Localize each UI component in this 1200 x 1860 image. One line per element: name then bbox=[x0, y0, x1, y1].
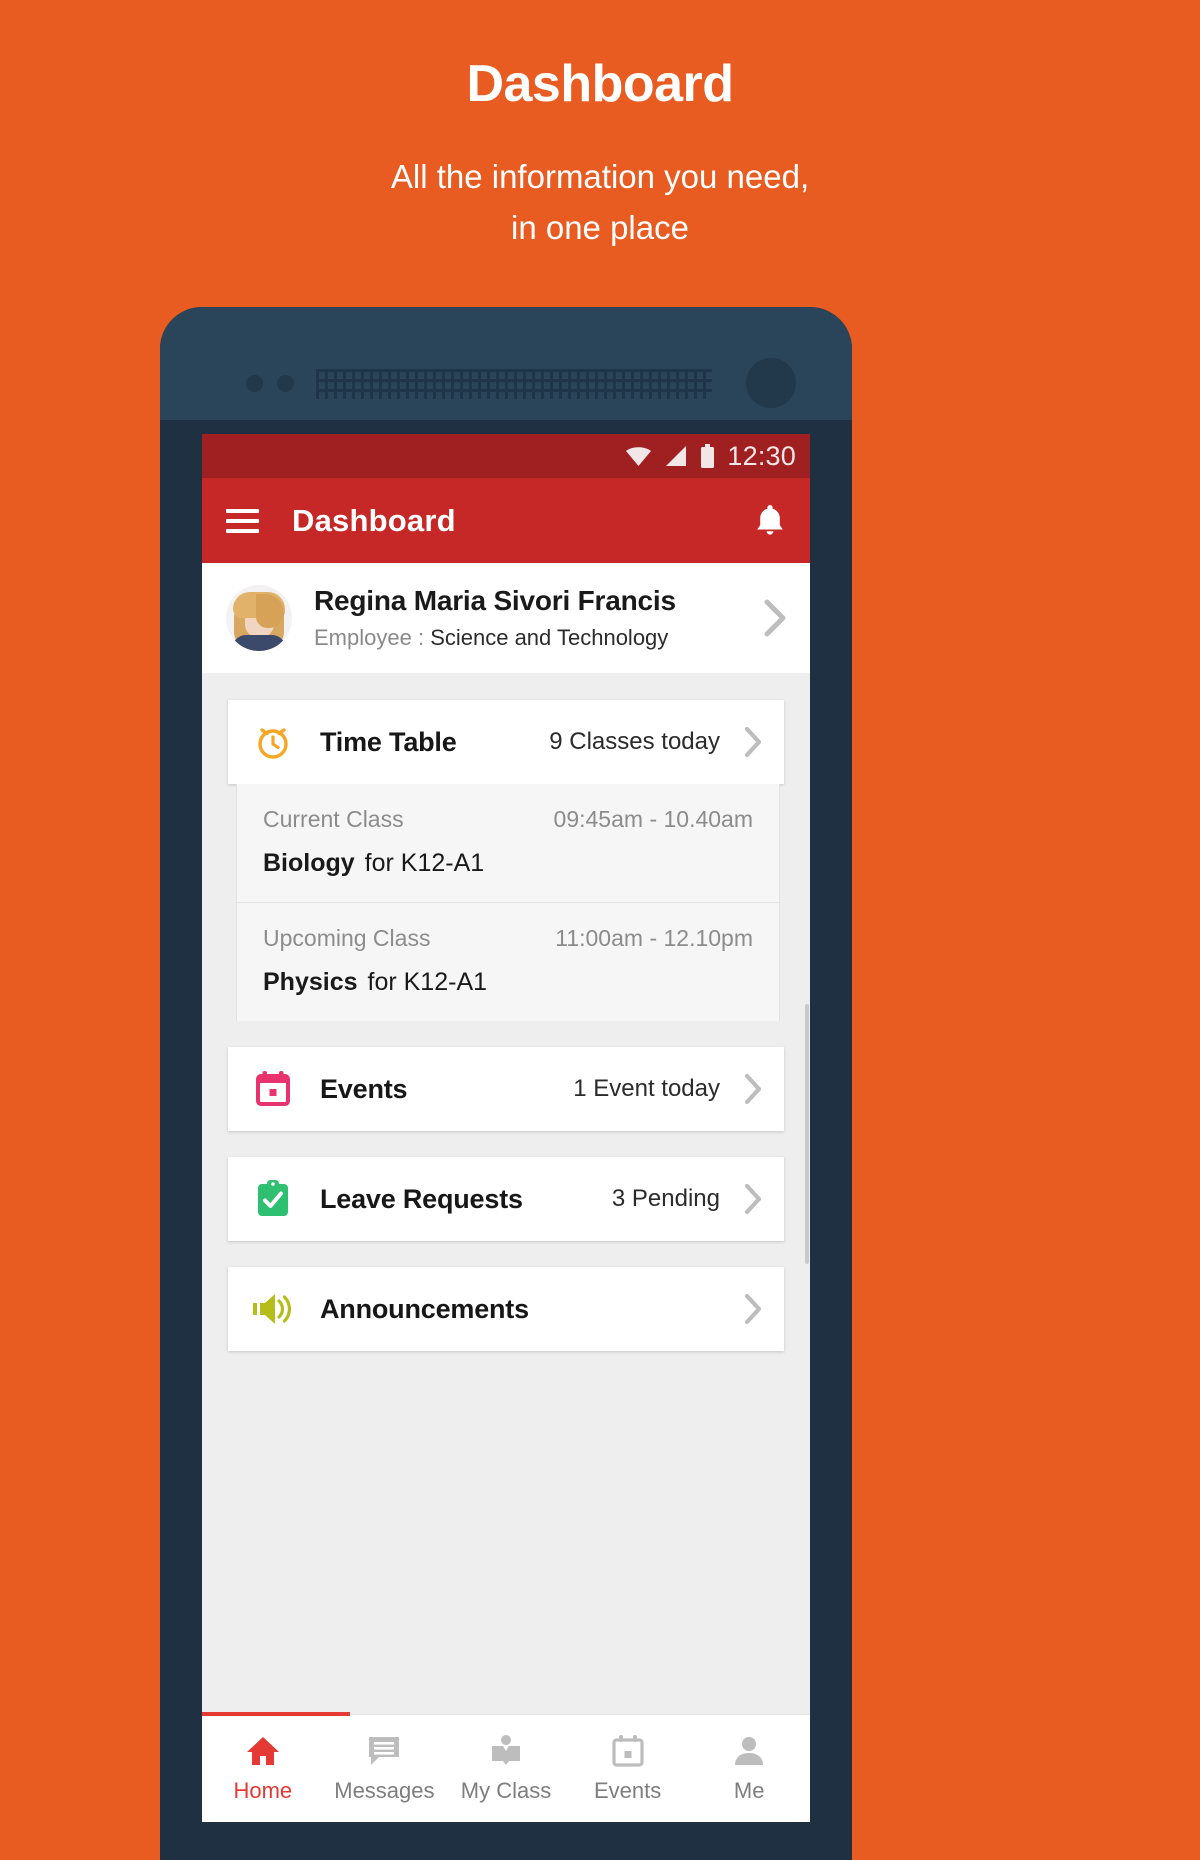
profile-role: Employee : Science and Technology bbox=[314, 625, 762, 651]
card-meta: 9 Classes today bbox=[549, 728, 720, 755]
nav-label: Messages bbox=[334, 1778, 435, 1803]
phone-mockup: 12:30 Dashboard Regina Maria Sivori Fran… bbox=[160, 307, 852, 1860]
timetable-time: 11:00am - 12.10pm bbox=[555, 925, 753, 951]
chevron-right-icon bbox=[744, 726, 762, 758]
page-title: Dashboard bbox=[466, 55, 734, 113]
chevron-right-icon bbox=[744, 1293, 762, 1325]
nav-item-home[interactable]: Home bbox=[202, 1715, 324, 1822]
bottom-navigation: Home Messages My Class Events Me bbox=[202, 1712, 810, 1822]
nav-item-my-class[interactable]: My Class bbox=[445, 1715, 567, 1822]
home-icon bbox=[244, 1733, 282, 1767]
book-icon bbox=[487, 1733, 525, 1767]
chevron-right-icon bbox=[744, 1183, 762, 1215]
bell-icon[interactable] bbox=[754, 503, 786, 539]
card-events[interactable]: Events 1 Event today bbox=[228, 1047, 784, 1131]
sensor-dots-icon bbox=[246, 375, 294, 392]
cell-signal-icon bbox=[666, 446, 687, 466]
active-tab-indicator bbox=[202, 1712, 350, 1716]
card-leave-requests[interactable]: Leave Requests 3 Pending bbox=[228, 1157, 784, 1241]
nav-item-me[interactable]: Me bbox=[688, 1715, 810, 1822]
hamburger-menu-icon[interactable] bbox=[226, 508, 259, 533]
nav-item-messages[interactable]: Messages bbox=[324, 1715, 446, 1822]
card-meta: 1 Event today bbox=[573, 1075, 720, 1102]
profile-department: Science and Technology bbox=[430, 625, 669, 650]
promo-page: Dashboard All the information you need, … bbox=[0, 0, 1200, 1860]
scrollbar-thumb[interactable] bbox=[805, 1004, 809, 1264]
timetable-subject: Physics bbox=[263, 968, 358, 996]
app-bar: Dashboard bbox=[202, 478, 810, 563]
promo-header: Dashboard All the information you need, … bbox=[0, 0, 1200, 253]
promo-subtitle: All the information you need, in one pla… bbox=[0, 151, 1200, 253]
status-bar-clock: 12:30 bbox=[727, 440, 796, 471]
card-title: Leave Requests bbox=[320, 1183, 523, 1214]
front-camera-icon bbox=[746, 358, 796, 408]
nav-item-events[interactable]: Events bbox=[567, 1715, 689, 1822]
person-icon bbox=[730, 1733, 768, 1767]
dashboard-content: Time Table 9 Classes today Current Class… bbox=[202, 674, 810, 1714]
speaker-grill-icon bbox=[316, 369, 712, 399]
card-title: Events bbox=[320, 1073, 408, 1104]
status-bar: 12:30 bbox=[202, 434, 810, 478]
battery-icon bbox=[701, 443, 715, 468]
timetable-time: 09:45am - 10.40am bbox=[553, 806, 753, 832]
timetable-class: for K12-A1 bbox=[367, 968, 488, 996]
promo-subtitle-line1: All the information you need, bbox=[390, 158, 810, 196]
card-meta: 3 Pending bbox=[611, 1185, 720, 1212]
calendar-icon bbox=[609, 1733, 647, 1767]
card-title: Time Table bbox=[320, 726, 457, 757]
card-time-table[interactable]: Time Table 9 Classes today bbox=[228, 700, 784, 784]
timetable-label: Upcoming Class bbox=[263, 925, 431, 951]
timetable-current-class[interactable]: Current Class 09:45am - 10.40am Biology f… bbox=[237, 784, 779, 902]
profile-row[interactable]: Regina Maria Sivori Francis Employee : S… bbox=[202, 563, 810, 674]
message-icon bbox=[365, 1733, 403, 1767]
card-announcements[interactable]: Announcements bbox=[228, 1267, 784, 1351]
nav-label: Home bbox=[233, 1778, 293, 1803]
wifi-icon bbox=[626, 447, 652, 466]
phone-bezel-top bbox=[160, 307, 852, 420]
chevron-right-icon bbox=[744, 1073, 762, 1105]
nav-label: Me bbox=[733, 1778, 765, 1803]
calendar-icon bbox=[252, 1068, 294, 1110]
nav-label: Events bbox=[593, 1778, 662, 1803]
promo-subtitle-line2: in one place bbox=[511, 209, 689, 247]
phone-screen: 12:30 Dashboard Regina Maria Sivori Fran… bbox=[202, 434, 810, 1822]
timetable-upcoming-class[interactable]: Upcoming Class 11:00am - 12.10pm Physics… bbox=[237, 902, 779, 1021]
app-bar-title: Dashboard bbox=[292, 502, 456, 538]
timetable-class: for K12-A1 bbox=[364, 849, 485, 877]
chevron-right-icon bbox=[764, 599, 786, 637]
profile-name: Regina Maria Sivori Francis bbox=[314, 585, 676, 616]
timetable-subject: Biology bbox=[263, 849, 355, 877]
timetable-detail: Current Class 09:45am - 10.40am Biology f… bbox=[236, 784, 780, 1021]
timetable-label: Current Class bbox=[263, 806, 404, 832]
card-title: Announcements bbox=[320, 1293, 529, 1324]
clipboard-check-icon bbox=[252, 1178, 294, 1220]
megaphone-icon bbox=[252, 1288, 294, 1330]
nav-label: My Class bbox=[460, 1778, 552, 1803]
alarm-clock-icon bbox=[252, 721, 294, 763]
profile-text: Regina Maria Sivori Francis Employee : S… bbox=[292, 585, 762, 651]
avatar bbox=[226, 585, 292, 651]
profile-role-label: Employee : bbox=[314, 625, 425, 650]
